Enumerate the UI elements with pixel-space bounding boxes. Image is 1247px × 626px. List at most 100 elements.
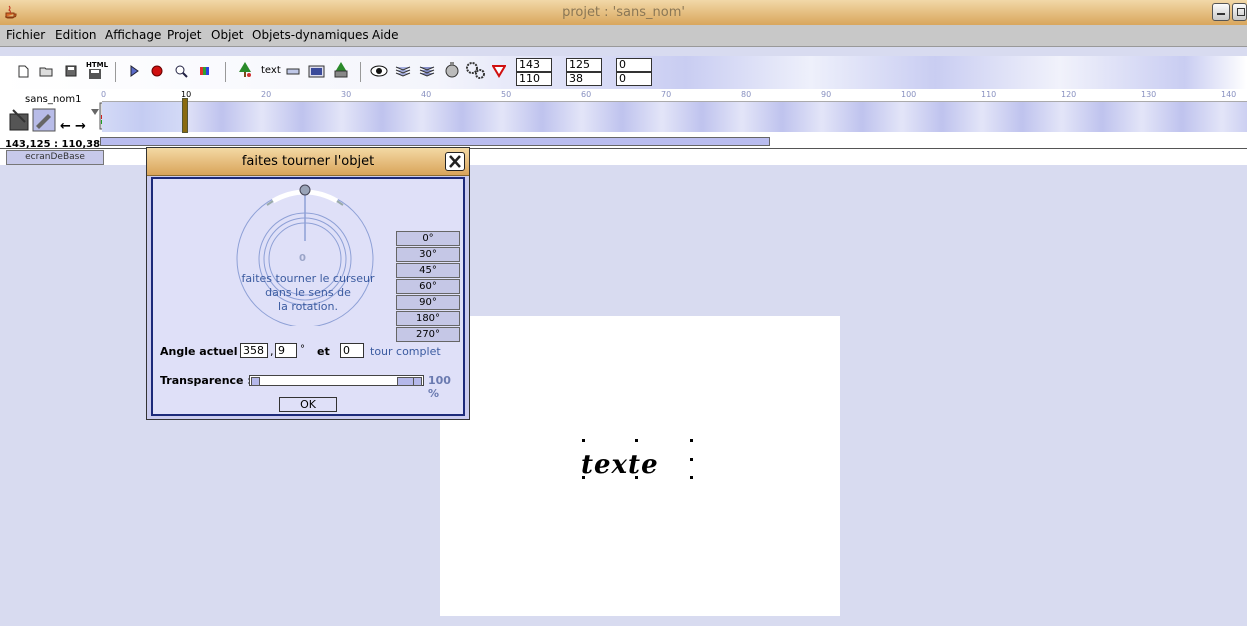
play-icon[interactable] [127,64,141,78]
ruler-tick-label: 40 [421,90,432,99]
export-html-button[interactable]: HTML [86,61,108,81]
ruler-tick-label: 140 [1221,90,1237,99]
minimize-icon [1217,13,1225,15]
preset-60-button[interactable]: 60° [396,279,460,294]
timeline-scrollbar[interactable] [100,137,770,146]
ruler-tick-label: 70 [661,90,672,99]
toolbar: HTML text 143 110 125 38 0 0 [0,56,1247,89]
open-folder-icon[interactable] [39,64,53,78]
text-object[interactable]: texte [581,450,659,480]
ruler-tick-label: 100 [901,90,917,99]
selected-frames [102,102,184,132]
instruction-line-3: la rotation. [278,300,338,313]
layers-icon[interactable] [394,64,412,78]
slider-max-button[interactable] [413,377,422,386]
menu-projet[interactable]: Projet [167,28,201,42]
preset-180-button[interactable]: 180° [396,311,460,326]
tab-ecran-de-base[interactable]: ecranDeBase [6,150,104,165]
colors-icon[interactable] [198,64,212,78]
angle-decimal-field[interactable]: 9 [275,343,297,358]
selection-handle[interactable] [582,439,585,442]
ruler-tick-label: 0 [101,90,107,99]
field-a[interactable]: 0 [616,58,652,72]
html-disk-icon [89,69,101,79]
selection-handle[interactable] [690,476,693,479]
maximize-button[interactable] [1232,3,1247,21]
full-turns-field[interactable]: 0 [340,343,364,358]
playhead[interactable] [182,98,188,133]
height-field[interactable]: 38 [566,72,602,86]
record-icon[interactable] [150,64,164,78]
close-icon [449,155,461,168]
ruler-tick-label: 90 [821,90,832,99]
ruler-tick-label: 80 [741,90,752,99]
dial-value: 0 [299,253,306,264]
frame-object-icon[interactable] [308,64,326,78]
ok-button[interactable]: OK [279,397,337,412]
settings-gears-icon[interactable] [465,61,485,79]
selection-handle[interactable] [690,458,693,461]
filter-icon[interactable] [492,64,506,78]
slider-min-button[interactable] [251,377,260,386]
save-icon[interactable] [64,64,78,78]
angle-integer-field[interactable]: 358 [240,343,268,358]
eye-icon[interactable] [370,64,388,78]
dynamic-object-icon[interactable] [332,61,350,79]
rotation-dialog: faites tourner l'objet 0 faites tourner … [146,147,470,420]
preset-90-button[interactable]: 90° [396,295,460,310]
minimize-button[interactable] [1212,3,1230,21]
layers-alt-icon[interactable] [418,64,436,78]
angle-label: Angle actuel : [160,345,246,358]
toolbar-separator [225,62,226,82]
ruler-tick-label: 20 [261,90,272,99]
text-tool[interactable]: text [261,65,281,76]
preset-0-button[interactable]: 0° [396,231,460,246]
ruler-tick-label: 120 [1061,90,1077,99]
pos-y-field[interactable]: 110 [516,72,552,86]
full-turns-label: tour complet [370,345,441,358]
dialog-title: faites tourner l'objet [241,154,375,169]
preset-45-button[interactable]: 45° [396,263,460,278]
preset-30-button[interactable]: 30° [396,247,460,262]
menu-affichage[interactable]: Affichage [105,28,161,42]
selection-handle[interactable] [635,439,638,442]
field-b[interactable]: 0 [616,72,652,86]
stage-canvas[interactable]: texte [440,316,840,616]
instruction-line-2: dans le sens de [265,286,351,299]
menu-aide[interactable]: Aide [372,28,399,42]
timeline-panel: sans_nom1 ← → 0 10 20 30 40 50 60 70 80 90 100 110 1… [0,89,1247,150]
ruler-tick-label: 110 [981,90,997,99]
button-object-icon[interactable] [286,64,300,78]
scene-tools-icon[interactable] [8,108,30,132]
next-arrow-icon[interactable]: → [75,119,86,134]
menu-bar: Fichier Edition Affichage Projet Objet O… [0,25,1247,47]
and-label: et [317,345,330,358]
tree-image-icon[interactable] [236,61,254,79]
zoom-icon[interactable] [174,64,188,78]
instruction-line-1: faites tourner le curseur [241,272,375,285]
menu-objets-dynamiques[interactable]: Objets-dynamiques [252,28,369,42]
dialog-close-button[interactable] [445,152,465,171]
selection-handle[interactable] [635,476,638,479]
toolbar-separator [360,62,361,82]
menu-fichier[interactable]: Fichier [6,28,45,42]
selection-handle[interactable] [582,476,585,479]
degree-symbol: ° [300,344,305,355]
selection-handle[interactable] [690,439,693,442]
dialog-title-bar[interactable]: faites tourner l'objet [147,148,469,176]
dialog-body: 0 faites tourner le curseur dans le sens… [151,177,465,416]
edit-scene-icon[interactable] [32,108,56,132]
pos-x-field[interactable]: 143 [516,58,552,72]
window-title-bar: projet : 'sans_nom' [0,0,1247,26]
toolbar-separator [115,62,116,82]
transparency-slider[interactable] [249,375,424,386]
menu-edition[interactable]: Edition [55,28,97,42]
width-field[interactable]: 125 [566,58,602,72]
timeline-track[interactable] [102,101,1247,132]
transparency-value: 100 % [428,374,451,400]
menu-objet[interactable]: Objet [211,28,243,42]
new-file-icon[interactable] [16,64,30,78]
previous-arrow-icon[interactable]: ← [60,119,71,134]
timer-icon[interactable] [444,61,460,79]
preset-270-button[interactable]: 270° [396,327,460,342]
